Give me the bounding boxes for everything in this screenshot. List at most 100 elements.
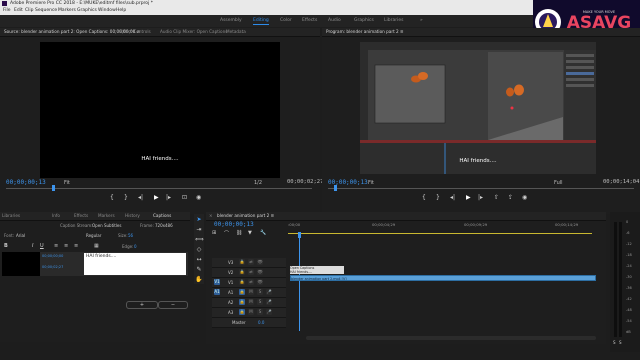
tab-libraries[interactable]: Libraries	[2, 212, 20, 220]
nest-icon[interactable]: ⊞	[212, 230, 216, 236]
program-scrubber-track[interactable]	[328, 188, 634, 189]
tab-audio-clip-mixer[interactable]: Audio Clip Mixer: Open Captions	[160, 28, 227, 36]
font-style-select[interactable]: Regular	[86, 233, 101, 238]
source-timecode[interactable]: 00;00;00;13	[6, 179, 46, 186]
track-header-a1[interactable]: A1 A1 🔒 M S 🎤	[212, 288, 286, 298]
italic-icon[interactable]: I	[32, 243, 33, 249]
tab-metadata[interactable]: Metadata	[226, 28, 246, 36]
bold-icon[interactable]: B	[4, 243, 8, 249]
lock-icon[interactable]: 🔒	[239, 269, 245, 275]
step-back-icon[interactable]: ◂|	[450, 194, 455, 202]
source-fit-select[interactable]: Fit	[64, 180, 70, 186]
workspace-assembly[interactable]: Assembly	[220, 15, 242, 27]
mute-button[interactable]: M	[248, 309, 254, 315]
master-volume[interactable]: 0.0	[258, 320, 264, 325]
workspace-audio[interactable]: Audio	[328, 15, 341, 27]
camera-icon[interactable]: ◉	[522, 194, 527, 202]
camera-icon[interactable]: ◉	[196, 194, 201, 202]
menu-window[interactable]: Window	[98, 7, 116, 15]
source-playhead[interactable]	[52, 185, 55, 191]
tab-history[interactable]: History	[125, 212, 140, 220]
sync-lock-icon[interactable]: ⇄	[248, 259, 254, 265]
mute-button[interactable]: M	[248, 289, 254, 295]
menu-edit[interactable]: Edit	[14, 7, 23, 15]
selection-tool-icon[interactable]: ➤	[195, 216, 203, 224]
solo-button[interactable]: S	[257, 289, 263, 295]
eye-icon[interactable]: 👁	[257, 279, 263, 285]
menu-help[interactable]: Help	[116, 7, 126, 15]
align-center-icon[interactable]: ≡	[64, 243, 68, 249]
play-icon[interactable]: ▶	[466, 194, 471, 202]
lock-icon[interactable]: 🔒	[239, 289, 245, 295]
caption-stream-select[interactable]: Open Subtitles	[92, 223, 121, 228]
linked-selection-icon[interactable]: ⛓	[236, 230, 242, 236]
track-select-tool-icon[interactable]: ⇥	[195, 226, 203, 234]
lock-icon[interactable]: 🔒	[239, 299, 245, 305]
caption-out-time[interactable]: 00;00;02;27	[42, 265, 63, 269]
tab-program[interactable]: Program: blender animation part 2 ≡	[326, 28, 404, 36]
track-header-v1[interactable]: V1 V1 🔒 ⇄ 👁	[212, 278, 286, 288]
work-area-bar[interactable]	[288, 233, 592, 234]
track-header-a3[interactable]: A3 🔒 M S 🎤	[212, 308, 286, 318]
workspace-editing[interactable]: Editing	[253, 15, 269, 27]
time-ruler[interactable]: :00;00 00;00;04;29 00;00;09;29 00;00;14;…	[288, 222, 598, 236]
align-right-icon[interactable]: ≡	[74, 243, 78, 249]
track-header-v2[interactable]: V2 🔒 ⇄ 👁	[212, 268, 286, 278]
voiceover-icon[interactable]: 🎤	[266, 299, 272, 305]
solo-button[interactable]: S	[257, 299, 263, 305]
mark-in-icon[interactable]: {	[422, 194, 426, 202]
caption-subclip[interactable]: HAI friends....	[290, 270, 344, 274]
close-sequence-icon[interactable]: ×	[209, 212, 213, 220]
underline-icon[interactable]: U	[40, 243, 44, 249]
menu-markers[interactable]: Markers	[58, 7, 76, 15]
pen-tool-icon[interactable]: ✎	[195, 266, 203, 274]
align-left-icon[interactable]: ≡	[54, 243, 58, 249]
mark-in-icon[interactable]: {	[110, 194, 114, 202]
lock-icon[interactable]: 🔒	[239, 259, 245, 265]
tab-markers[interactable]: Markers	[98, 212, 115, 220]
menu-clip[interactable]: Clip	[25, 7, 34, 15]
workspace-libraries[interactable]: Libraries	[384, 15, 403, 27]
solo-button[interactable]: S	[257, 309, 263, 315]
lock-icon[interactable]: 🔒	[239, 309, 245, 315]
tab-info[interactable]: Info	[52, 212, 60, 220]
extract-icon[interactable]: ⇪	[508, 194, 513, 202]
timeline-horizontal-scrollbar[interactable]	[306, 336, 596, 340]
timeline-settings-icon[interactable]: 🔧	[260, 230, 266, 236]
source-resolution-select[interactable]: 1/2	[254, 180, 262, 186]
caption-in-time[interactable]: 00;00;00;00	[42, 254, 63, 258]
source-patch-v1[interactable]: V1	[214, 279, 220, 285]
program-video-frame[interactable]: HAI friends....	[360, 42, 596, 174]
workspace-effects[interactable]: Effects	[302, 15, 317, 27]
add-marker-icon[interactable]: ▼	[248, 230, 252, 236]
eye-icon[interactable]: 👁	[257, 259, 263, 265]
mark-out-icon[interactable]: }	[436, 194, 440, 202]
lift-icon[interactable]: ⇧	[494, 194, 499, 202]
add-caption-button[interactable]: +	[126, 301, 158, 309]
voiceover-icon[interactable]: 🎤	[266, 289, 272, 295]
track-header-a2[interactable]: A2 🔒 M S 🎤	[212, 298, 286, 308]
tab-effects[interactable]: Effects	[74, 212, 88, 220]
lock-icon[interactable]: 🔒	[239, 279, 245, 285]
font-select[interactable]: Arial	[16, 233, 25, 238]
step-forward-icon[interactable]: |▸	[478, 194, 483, 202]
program-playhead[interactable]	[334, 185, 337, 191]
play-icon[interactable]: ▶	[154, 194, 159, 202]
workspaces-more[interactable]: »	[420, 15, 423, 27]
tab-effect-controls[interactable]: Effect Controls	[120, 28, 151, 36]
voiceover-icon[interactable]: 🎤	[266, 309, 272, 315]
sync-lock-icon[interactable]: ⇄	[248, 269, 254, 275]
tab-sequence[interactable]: blender animation part 2 ≡	[217, 212, 274, 220]
caption-entry-row[interactable]: 00;00;00;00 00;00;02;27 HAI friends....	[2, 252, 188, 276]
source-video-frame[interactable]: HAI friends....	[40, 42, 280, 178]
tab-captions[interactable]: Captions	[153, 212, 171, 220]
remove-caption-button[interactable]: −	[158, 301, 188, 309]
caption-text-input[interactable]: HAI friends....	[84, 253, 186, 275]
program-fit-select[interactable]: Fit	[368, 180, 374, 186]
workspace-color[interactable]: Color	[280, 15, 292, 27]
timeline-timecode[interactable]: 00;00;00;13	[214, 221, 254, 228]
workspace-graphics[interactable]: Graphics	[354, 15, 374, 27]
meter-solo-left[interactable]: S	[613, 340, 616, 345]
menu-graphics[interactable]: Graphics	[77, 7, 97, 15]
sync-lock-icon[interactable]: ⇄	[248, 279, 254, 285]
